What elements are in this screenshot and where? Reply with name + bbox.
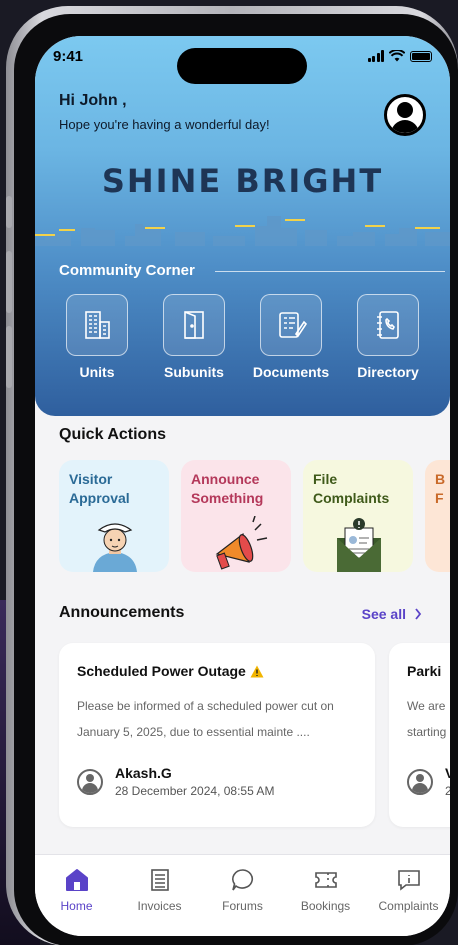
author-name: Akash.G <box>115 765 172 781</box>
dynamic-island <box>177 48 307 84</box>
tab-home[interactable]: Home <box>38 867 116 936</box>
visitor-illustration-icon <box>93 523 137 572</box>
tab-invoices[interactable]: Invoices <box>121 867 199 936</box>
signal-icon <box>367 50 384 62</box>
invoice-icon <box>150 869 169 891</box>
chevron-right-icon <box>415 608 422 620</box>
community-corner-grid: Units Subunits Documents Directory <box>55 294 430 380</box>
announcement-title: Scheduled Power Outage <box>77 663 246 679</box>
author-avatar-icon <box>77 768 103 795</box>
corner-item-units[interactable]: Units <box>55 294 139 380</box>
greeting-title: Hi John , <box>59 92 127 109</box>
announcement-date: 2 <box>445 784 450 798</box>
announcement-card[interactable]: Scheduled Power Outage Please be informe… <box>59 643 375 827</box>
chat-bubble-icon <box>231 869 253 891</box>
battery-icon <box>410 50 432 62</box>
home-icon <box>65 869 88 891</box>
complaint-envelope-icon <box>337 518 381 572</box>
phone-volume-down-button <box>6 326 12 388</box>
announcement-title: Parki <box>407 663 442 679</box>
see-all-link[interactable]: See all <box>362 606 422 622</box>
brand-title: SHINE BRIGHT <box>101 162 384 200</box>
phone-volume-up-button <box>6 251 12 313</box>
warning-icon <box>250 665 264 677</box>
tab-forums[interactable]: Forums <box>204 867 282 936</box>
phonebook-icon <box>377 311 399 339</box>
corner-label: Units <box>79 364 115 380</box>
corner-item-directory[interactable]: Directory <box>346 294 430 380</box>
profile-avatar-icon[interactable] <box>384 94 426 136</box>
announcement-body: Please be informed of a scheduled power … <box>77 699 334 739</box>
greeting-subtitle: Hope you're having a wonderful day! <box>59 117 270 132</box>
quick-actions-row: Visitor Approval Announce Something File… <box>59 460 450 572</box>
megaphone-icon <box>215 516 268 570</box>
quick-actions-title: Quick Actions <box>59 426 166 443</box>
quick-action-visitor-approval[interactable]: Visitor Approval <box>59 460 169 572</box>
hero-header: 9:41 Hi John , Hope you're having a wond… <box>35 36 450 416</box>
door-icon <box>184 311 204 339</box>
corner-item-subunits[interactable]: Subunits <box>152 294 236 380</box>
skyline-illustration <box>35 216 450 246</box>
phone-mute-button <box>6 196 12 228</box>
announcements-carousel: Scheduled Power Outage Please be informe… <box>59 643 450 827</box>
complaint-icon <box>397 870 420 891</box>
author-avatar-icon <box>407 768 433 795</box>
building-icon <box>85 311 110 339</box>
corner-label: Directory <box>357 364 419 380</box>
announcement-card[interactable]: Parki We are starting V 2 <box>389 643 450 827</box>
corner-label: Documents <box>252 364 330 380</box>
document-icon <box>279 312 308 338</box>
app-screen: 9:41 Hi John , Hope you're having a wond… <box>35 36 450 936</box>
quick-action-partial[interactable]: B F <box>425 460 450 572</box>
community-corner-title: Community Corner <box>59 262 195 279</box>
divider <box>215 271 445 272</box>
quick-action-file-complaints[interactable]: File Complaints <box>303 460 413 572</box>
ticket-icon <box>314 872 337 888</box>
status-time: 9:41 <box>53 47 84 65</box>
wifi-icon <box>389 50 405 62</box>
quick-action-announce-something[interactable]: Announce Something <box>181 460 291 572</box>
corner-label: Subunits <box>164 364 224 380</box>
announcement-date: 28 December 2024, 08:55 AM <box>115 784 275 798</box>
announcement-body: We are starting <box>407 699 447 739</box>
bottom-tab-bar: Home Invoices Forums Bookings Complaints <box>35 854 450 936</box>
author-name: V <box>445 765 450 781</box>
corner-item-documents[interactable]: Documents <box>249 294 333 380</box>
greeting: Hi John , Hope you're having a wonderful… <box>59 92 270 132</box>
tab-complaints[interactable]: Complaints <box>370 867 448 936</box>
tab-bookings[interactable]: Bookings <box>287 867 365 936</box>
announcements-title: Announcements <box>59 604 185 621</box>
